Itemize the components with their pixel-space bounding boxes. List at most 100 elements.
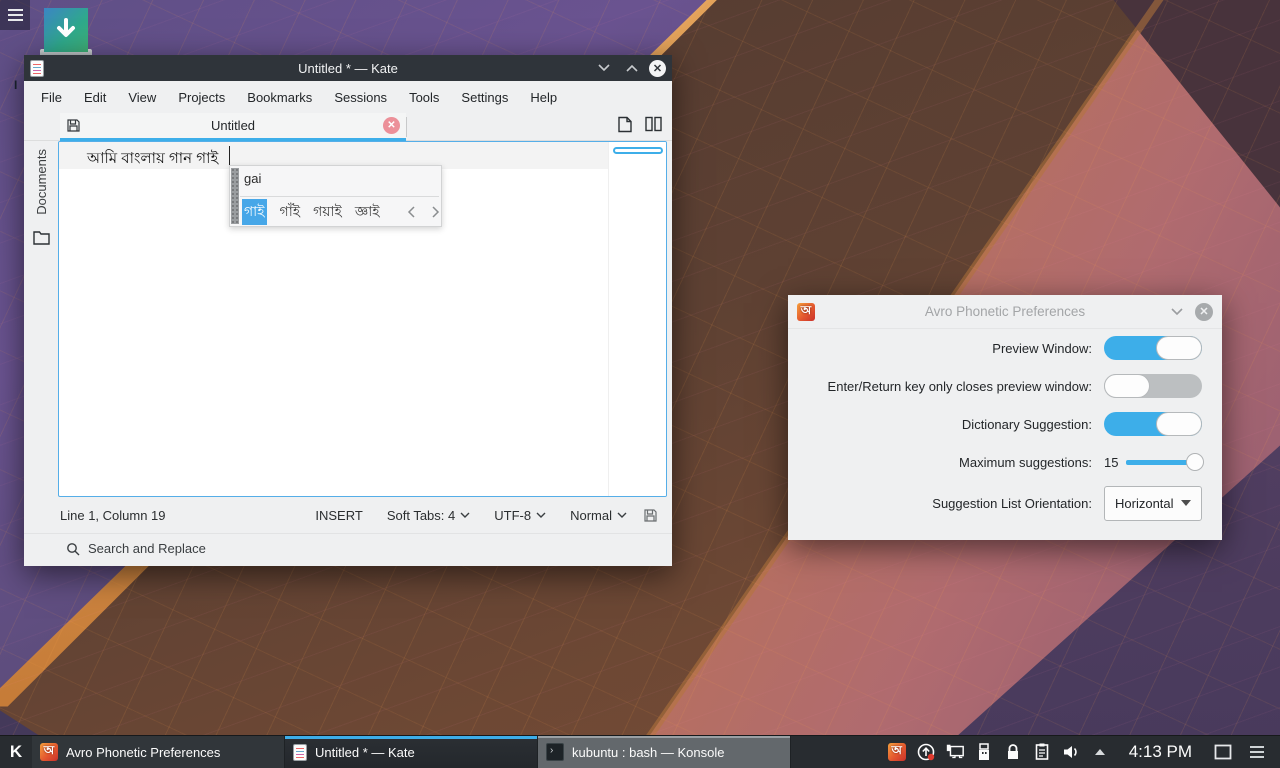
tab-untitled[interactable]: Untitled ✕ [60, 113, 406, 141]
kate-window-title: Untitled * — Kate [24, 61, 672, 76]
tab-width-selector[interactable]: Soft Tabs: 4 [379, 508, 478, 523]
text-cursor [229, 146, 230, 166]
search-and-replace-bar[interactable]: Search and Replace [24, 533, 672, 563]
konsole-app-icon: › [546, 743, 564, 761]
install-system-desktop-icon[interactable] [38, 8, 94, 60]
volume-icon[interactable] [1061, 741, 1081, 763]
insert-mode-button[interactable]: INSERT [307, 508, 370, 523]
system-tray: অ 4:13 PM [887, 736, 1280, 768]
kate-tabbar: Untitled ✕ [24, 113, 672, 141]
split-view-icon[interactable] [645, 116, 662, 133]
preference-row: Dictionary Suggestion: [788, 405, 1222, 443]
kate-titlebar[interactable]: Untitled * — Kate ✕ [24, 55, 672, 81]
orientation-value: Horizontal [1115, 496, 1174, 511]
preference-row: Enter/Return key only closes preview win… [788, 367, 1222, 405]
dictionary-suggestion-label: Dictionary Suggestion: [808, 417, 1092, 432]
scrollbar-thumb[interactable] [613, 147, 663, 154]
kate-app-icon [30, 60, 44, 77]
kate-menubar: File Edit View Projects Bookmarks Sessio… [24, 81, 672, 113]
preference-row: Preview Window: [788, 329, 1222, 367]
menu-projects[interactable]: Projects [167, 90, 236, 105]
search-icon [66, 542, 80, 556]
avro-dialog-titlebar[interactable]: অ Avro Phonetic Preferences ✕ [788, 295, 1222, 329]
close-icon[interactable]: ✕ [1195, 303, 1213, 321]
popup-drag-handle[interactable] [231, 168, 239, 224]
minimize-icon[interactable] [593, 57, 615, 79]
preference-row: Suggestion List Orientation: Horizontal [788, 481, 1222, 525]
lock-icon[interactable] [1003, 741, 1023, 763]
chevron-down-icon [1181, 500, 1191, 506]
device-notifier-icon[interactable] [974, 741, 994, 763]
enter-closes-preview-label: Enter/Return key only closes preview win… [808, 379, 1092, 394]
task-avro-preferences[interactable]: অ Avro Phonetic Preferences [32, 736, 285, 768]
updates-icon[interactable] [916, 741, 936, 763]
document-modified-icon [66, 118, 81, 133]
menu-edit[interactable]: Edit [73, 90, 117, 105]
menu-tools[interactable]: Tools [398, 90, 450, 105]
suggestion-item[interactable]: গয়াই [313, 200, 342, 224]
preview-window-toggle[interactable] [1104, 336, 1202, 360]
menu-settings[interactable]: Settings [450, 90, 519, 105]
search-and-replace-label: Search and Replace [88, 541, 206, 556]
suggestion-selected[interactable]: গাই [242, 199, 267, 225]
slider-knob[interactable] [1186, 453, 1204, 471]
kate-app-icon [293, 744, 307, 761]
kate-statusbar: Line 1, Column 19 INSERT Soft Tabs: 4 UT… [24, 497, 672, 533]
menu-file[interactable]: File [30, 90, 73, 105]
download-arrow-icon [44, 8, 88, 52]
suggestion-item[interactable]: জ্ঞাই [355, 200, 380, 224]
clipboard-icon[interactable] [1032, 741, 1052, 763]
app-launcher-button[interactable]: K [0, 736, 32, 768]
maximum-suggestions-value: 15 [1104, 455, 1118, 470]
menu-help[interactable]: Help [519, 90, 568, 105]
kate-window: Untitled * — Kate ✕ File Edit View Proje… [24, 55, 672, 566]
network-icon[interactable] [945, 741, 965, 763]
orientation-label: Suggestion List Orientation: [808, 496, 1092, 511]
tab-close-icon[interactable]: ✕ [383, 117, 400, 134]
highlight-mode-selector[interactable]: Normal [562, 508, 635, 523]
editor-scrollbar[interactable] [608, 142, 666, 496]
task-konsole[interactable]: › kubuntu : bash — Konsole [538, 736, 791, 768]
dictionary-suggestion-toggle[interactable] [1104, 412, 1202, 436]
minimize-icon[interactable] [1166, 301, 1188, 323]
tab-divider [406, 117, 407, 137]
avro-app-icon: অ [797, 303, 815, 321]
sidebar-documents-button[interactable]: Documents [34, 149, 49, 215]
filesystem-browser-folder-icon[interactable] [33, 231, 50, 245]
menu-bookmarks[interactable]: Bookmarks [236, 90, 323, 105]
enter-closes-preview-toggle[interactable] [1104, 374, 1202, 398]
preview-window-label: Preview Window: [808, 341, 1092, 356]
next-page-icon[interactable] [430, 206, 441, 218]
editor-text: আমি বাংলায় গান গাই [87, 147, 218, 172]
prev-page-icon[interactable] [406, 206, 417, 218]
maximum-suggestions-label: Maximum suggestions: [808, 455, 1092, 470]
text-editor-area[interactable]: আমি বাংলায় গান গাই gai গাই গাঁই গয়াই জ… [58, 141, 667, 497]
avro-tray-icon[interactable]: অ [887, 741, 907, 763]
phonetic-input-text: gai [244, 171, 261, 186]
kate-left-sidebar: Documents [24, 141, 58, 497]
close-icon[interactable]: ✕ [649, 60, 666, 77]
save-icon[interactable] [643, 508, 658, 523]
avro-dialog-title: Avro Phonetic Preferences [788, 304, 1222, 319]
show-desktop-button[interactable] [1211, 744, 1235, 760]
avro-preferences-dialog: অ Avro Phonetic Preferences ✕ Preview Wi… [788, 295, 1222, 540]
taskbar-panel: K অ Avro Phonetic Preferences Untitled *… [0, 735, 1280, 768]
encoding-selector[interactable]: UTF-8 [486, 508, 554, 523]
cursor-position[interactable]: Line 1, Column 19 [60, 508, 166, 523]
tray-expand-icon[interactable] [1090, 741, 1110, 763]
maximum-suggestions-slider[interactable] [1126, 460, 1202, 465]
task-kate[interactable]: Untitled * — Kate [285, 736, 538, 768]
orientation-dropdown[interactable]: Horizontal [1104, 486, 1202, 521]
menu-sessions[interactable]: Sessions [323, 90, 398, 105]
digital-clock[interactable]: 4:13 PM [1119, 742, 1202, 762]
menu-view[interactable]: View [117, 90, 167, 105]
maximize-icon[interactable] [621, 57, 643, 79]
new-document-icon[interactable] [617, 116, 633, 133]
suggestion-item[interactable]: গাঁই [280, 200, 301, 224]
install-icon-label: I [14, 78, 17, 92]
avro-suggestion-popup: gai গাই গাঁই গয়াই জ্ঞাই [229, 165, 442, 227]
avro-app-icon: অ [40, 743, 58, 761]
desktop-toolbox-button[interactable] [0, 0, 30, 30]
tab-label: Untitled [60, 118, 406, 133]
panel-settings-icon[interactable] [1244, 746, 1270, 758]
